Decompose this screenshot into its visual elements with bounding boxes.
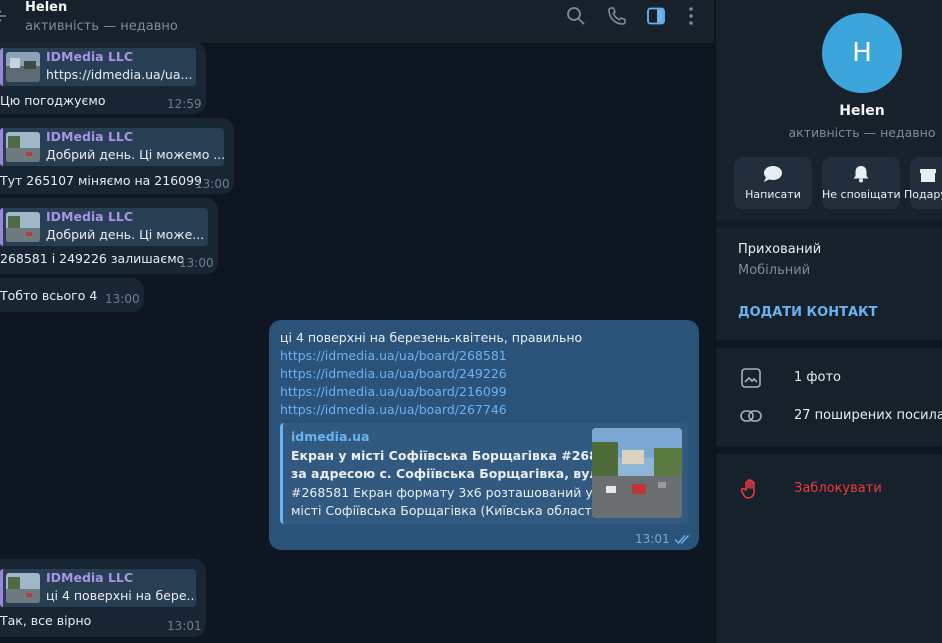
sidebar-icon[interactable] xyxy=(645,5,667,27)
hand-icon xyxy=(740,478,762,500)
reply-author: IDMedia LLC xyxy=(46,49,134,64)
board-link[interactable]: https://idmedia.ua/ua/board/249226 xyxy=(280,366,507,381)
board-link[interactable]: https://idmedia.ua/ua/board/268581 xyxy=(280,348,507,363)
back-arrow-icon[interactable] xyxy=(0,8,8,24)
gift-icon xyxy=(918,165,938,183)
message-bubble[interactable]: Тобто всього 4 13:00 xyxy=(0,278,144,312)
profile-status: активність — недавно xyxy=(788,125,936,140)
message-text: 268581 і 249226 залишаємо xyxy=(0,251,185,266)
message-text: ці 4 поверхні на березень-квітень, прави… xyxy=(280,330,583,345)
chat-header: Helen активність — недавно xyxy=(0,0,714,44)
phone-icon[interactable] xyxy=(606,5,628,27)
link-icon xyxy=(740,405,762,427)
message-text: Так, все вірно xyxy=(0,613,92,628)
reply-author: IDMedia LLC xyxy=(46,129,134,144)
message-text: Тут 265107 міняємо на 216099 xyxy=(0,173,203,188)
message-bubble[interactable]: IDMedia LLC Добрий день. Ці можемо ... Т… xyxy=(0,118,234,194)
double-check-icon xyxy=(674,531,692,545)
phone-value: Прихований xyxy=(738,242,822,257)
reply-author: IDMedia LLC xyxy=(46,209,134,224)
reply-author: IDMedia LLC xyxy=(46,570,134,585)
board-link[interactable]: https://idmedia.ua/ua/board/216099 xyxy=(280,384,507,399)
message-text: Цю погоджуємо xyxy=(0,93,106,108)
preview-site: idmedia.ua xyxy=(291,429,370,444)
add-contact-button[interactable]: ДОДАТИ КОНТАКТ xyxy=(738,305,878,320)
gift-button[interactable]: Подарувати xyxy=(904,157,942,209)
reply-text: Добрий день. Ці може... xyxy=(46,227,205,242)
link-preview[interactable]: idmedia.ua Екран у місті Софіївська Борщ… xyxy=(280,423,688,524)
chat-name[interactable]: Helen xyxy=(25,0,67,15)
avatar[interactable]: H xyxy=(822,13,902,93)
search-icon[interactable] xyxy=(565,5,587,27)
reply-text: https://idmedia.ua/ua... xyxy=(46,67,193,82)
message-time: 12:59 xyxy=(167,97,202,111)
reply-thumbnail xyxy=(6,212,40,242)
reply-quote[interactable]: IDMedia LLC Добрий день. Ці може... xyxy=(0,208,208,246)
reply-text: ці 4 поверхні на бере... xyxy=(46,588,196,603)
message-button-label: Написати xyxy=(745,188,801,201)
message-time: 13:00 xyxy=(105,292,140,306)
mute-button[interactable]: Не сповіщати xyxy=(822,157,901,209)
section-divider xyxy=(716,340,942,348)
chat-status: активність — недавно xyxy=(25,19,178,34)
reply-thumbnail xyxy=(6,52,40,82)
reply-quote[interactable]: IDMedia LLC ці 4 поверхні на бере... xyxy=(0,569,196,607)
message-button[interactable]: Написати xyxy=(734,157,812,209)
photos-row[interactable]: 1 фото xyxy=(794,370,841,385)
links-row[interactable]: 27 поширених посилань xyxy=(794,408,942,423)
message-time: 13:01 xyxy=(167,619,202,633)
reply-quote[interactable]: IDMedia LLC Добрий день. Ці можемо ... xyxy=(0,128,224,166)
preview-description: #268581 Екран формату 3х6 розташований у xyxy=(291,485,593,500)
more-icon[interactable] xyxy=(680,5,702,27)
board-link[interactable]: https://idmedia.ua/ua/board/267746 xyxy=(280,402,507,417)
reply-text: Добрий день. Ці можемо ... xyxy=(46,147,224,162)
message-bubble[interactable]: IDMedia LLC https://idmedia.ua/ua... Цю … xyxy=(0,42,206,114)
preview-image xyxy=(592,428,682,518)
preview-description: місті Софіївська Борщагівка (Київська об… xyxy=(291,503,604,518)
block-button[interactable]: Заблокувати xyxy=(794,481,882,496)
message-bubble[interactable]: IDMedia LLC ці 4 поверхні на бере... Так… xyxy=(0,559,206,637)
reply-quote[interactable]: IDMedia LLC https://idmedia.ua/ua... xyxy=(0,48,196,86)
message-time: 13:00 xyxy=(195,177,230,191)
reply-thumbnail xyxy=(6,573,40,603)
preview-title: за адресою с. Софіївська Борщагівка, вул… xyxy=(291,466,622,481)
profile-panel: H Helen активність — недавно Написати Не… xyxy=(715,0,942,643)
gift-button-label: Подарувати xyxy=(904,188,942,201)
section-divider xyxy=(716,220,942,228)
message-bubble[interactable]: IDMedia LLC Добрий день. Ці може... 2685… xyxy=(0,198,218,274)
photo-icon xyxy=(740,367,762,389)
message-time: 13:01 xyxy=(635,532,670,546)
message-time: 13:00 xyxy=(179,256,214,270)
profile-name: Helen xyxy=(839,103,885,119)
mute-button-label: Не сповіщати xyxy=(822,188,901,201)
reply-thumbnail xyxy=(6,132,40,162)
outgoing-message-bubble[interactable]: ці 4 поверхні на березень-квітень, прави… xyxy=(269,320,699,550)
section-divider xyxy=(716,446,942,454)
phone-label: Мобільний xyxy=(738,263,811,278)
preview-title: Екран у місті Софіївська Борщагівка #268… xyxy=(291,448,624,463)
message-icon xyxy=(763,165,783,183)
message-text: Тобто всього 4 xyxy=(0,288,98,303)
bell-icon xyxy=(851,165,871,183)
